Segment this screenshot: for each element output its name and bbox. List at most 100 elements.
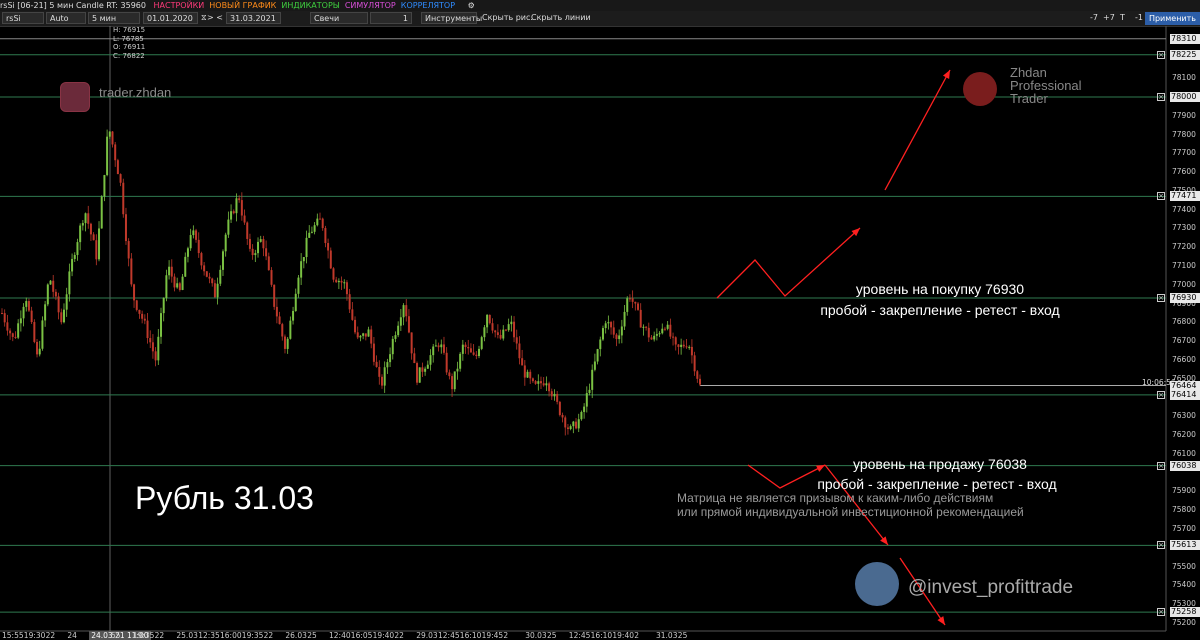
candle-body (84, 213, 87, 224)
scale-select[interactable]: Auto (46, 12, 86, 24)
candle-body (364, 333, 367, 337)
candle-body (362, 333, 365, 336)
candle-body (626, 298, 629, 312)
y-tick-label: 75200 (1172, 617, 1196, 627)
candle-body (273, 284, 276, 307)
candle-body (71, 258, 74, 272)
hide-lines-button[interactable]: Скрыть линии (531, 12, 591, 24)
menu-item-1[interactable]: НОВЫЙ ГРАФИК (209, 1, 276, 10)
remove-level-icon[interactable]: × (1157, 541, 1165, 550)
gear-icon[interactable]: ⚙ (468, 1, 475, 10)
menu-item-4[interactable]: КОРРЕЛЯТОР (401, 1, 455, 10)
remove-level-icon[interactable]: × (1157, 50, 1165, 59)
candle-body (504, 329, 507, 331)
candle-body (407, 316, 410, 333)
instruments-button[interactable]: Инструменты (421, 12, 482, 24)
title-bar: rsSi [06-21] 5 мин Candle RT: 35960 НАСТ… (0, 0, 1200, 11)
x-tick-label: 24 (67, 631, 77, 640)
y-tick-label: 77600 (1172, 167, 1196, 177)
x-tick-label: 2 (503, 631, 509, 640)
shift-plus7-button[interactable]: +7 (1103, 12, 1115, 24)
candle-body (513, 321, 516, 338)
candle-body (645, 326, 648, 328)
date-from-input[interactable]: 01.01.2020 (143, 12, 198, 24)
candle-body (680, 344, 683, 347)
candle-body (639, 309, 642, 328)
x-tick-label: 25.03 (176, 631, 198, 640)
chart-type-select[interactable]: Свечи (310, 12, 368, 24)
candle-body (308, 232, 311, 238)
candle-body (389, 354, 392, 363)
candle-body (221, 251, 224, 270)
candle-body (186, 248, 189, 257)
hide-drawings-button[interactable]: Скрыть рис. (482, 12, 533, 24)
candle-body (542, 383, 545, 386)
candle-body (168, 266, 171, 276)
candle-body (157, 336, 160, 361)
candle-body (469, 348, 472, 353)
candle-body (351, 309, 354, 320)
candle-body (461, 344, 464, 354)
symbol-select[interactable]: rsSi (2, 12, 44, 24)
remove-level-icon[interactable]: × (1157, 608, 1165, 617)
buy-plan-label: пробой - закрепление - ретест - вход (820, 302, 1060, 318)
candle-body (380, 376, 383, 386)
remove-level-icon[interactable]: × (1157, 93, 1165, 101)
x-tick-label: 12:45 (568, 631, 591, 640)
y-tick-label: 76200 (1172, 430, 1196, 440)
candle-body (637, 303, 640, 310)
candle-body (399, 317, 402, 326)
candle-body (275, 306, 278, 317)
x-tick-label: 26.03 (285, 631, 307, 640)
candle-body (534, 381, 537, 384)
candle-body (521, 358, 524, 366)
menu-item-0[interactable]: НАСТРОЙКИ (154, 1, 205, 10)
apply-button[interactable]: Применить (1144, 12, 1200, 25)
y-tick-label: 77700 (1172, 148, 1196, 158)
price-chart[interactable] (0, 26, 1200, 640)
today-button[interactable]: T (1120, 12, 1125, 24)
shift-minus1-button[interactable]: -1 (1135, 12, 1143, 24)
nav-arrow-button[interactable]: > < (207, 12, 223, 24)
y-tick-label: 77400 (1172, 204, 1196, 214)
candle-body (87, 213, 90, 224)
x-tick-label: 19:35 (241, 631, 264, 640)
candle-body (655, 334, 658, 336)
shift-minus7-button[interactable]: -7 (1090, 12, 1098, 24)
menu-item-3[interactable]: СИМУЛЯТОР (345, 1, 396, 10)
y-tick-label: 75400 (1172, 580, 1196, 590)
count-input[interactable]: 1 (370, 12, 412, 24)
candle-body (151, 342, 154, 352)
remove-level-icon[interactable]: × (1157, 461, 1165, 470)
timeframe-select[interactable]: 5 мин (88, 12, 140, 24)
candle-body (19, 318, 22, 324)
candle-body (81, 223, 84, 226)
candle-body (100, 196, 103, 229)
candle-body (240, 200, 243, 216)
nav-left-button[interactable]: ⧖ (201, 12, 207, 24)
menu-item-2[interactable]: ИНДИКАТОРЫ (281, 1, 339, 10)
remove-level-icon[interactable]: × (1157, 390, 1165, 399)
candle-body (418, 367, 421, 383)
candle-body (262, 239, 265, 249)
instagram-handle: trader.zhdan (99, 85, 172, 100)
candle-body (98, 228, 101, 260)
candle-body (310, 231, 313, 233)
remove-level-icon[interactable]: × (1157, 192, 1165, 201)
ohlc-readout: H: 76915 L: 76785 O: 76911 C: 76822 (113, 26, 145, 60)
candle-body (11, 333, 14, 337)
candle-body (329, 250, 332, 269)
ohlc-open: O: 76911 (113, 43, 146, 51)
candle-body (41, 320, 44, 349)
x-tick-label: 25 (307, 631, 317, 640)
date-to-input[interactable]: 31.03.2021 (226, 12, 281, 24)
candle-body (459, 353, 462, 369)
y-tick-label: 76700 (1172, 336, 1196, 346)
candle-body (232, 211, 235, 214)
level-price-tag: 76464 (1170, 380, 1200, 391)
remove-level-icon[interactable]: × (1157, 294, 1165, 302)
y-tick-label: 76600 (1172, 354, 1196, 364)
candle-body (108, 131, 111, 137)
candle-body (248, 238, 251, 249)
candle-body (22, 306, 25, 319)
